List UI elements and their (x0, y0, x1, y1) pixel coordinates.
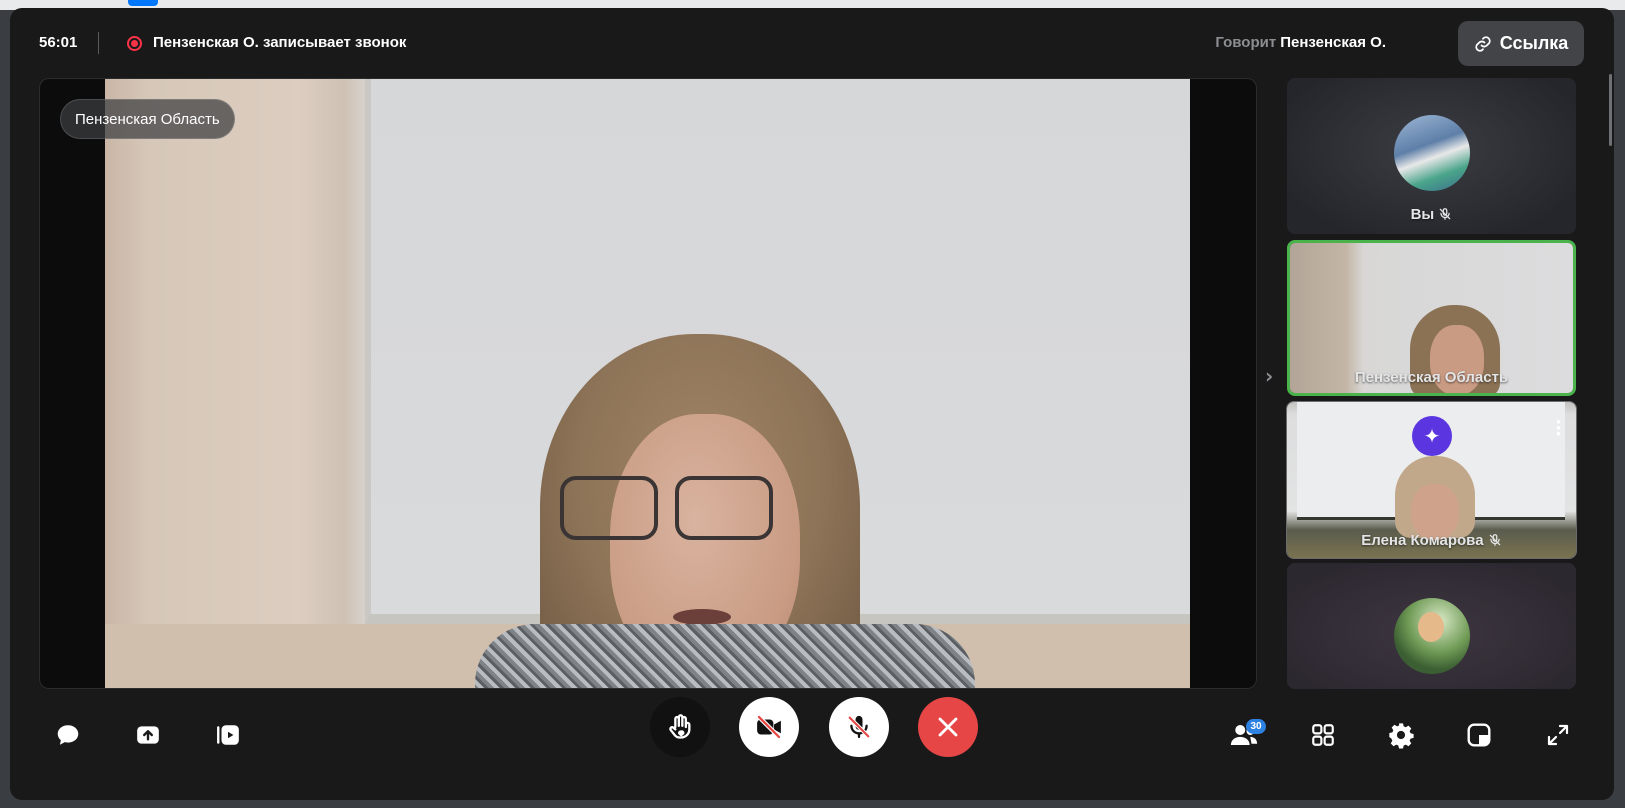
sparkle-icon[interactable]: ✦ (1412, 416, 1452, 456)
close-icon (938, 717, 958, 737)
main-video-name: Пензенская Область (60, 99, 235, 139)
pip-button[interactable] (1457, 713, 1501, 757)
call-window: 56:01 Пензенская О. записывает звонок Го… (10, 8, 1614, 800)
participant-name: Пензенская Область (1354, 369, 1509, 386)
camera-toggle-button[interactable] (739, 697, 799, 757)
upload-screen-icon (137, 726, 159, 744)
broadcast-button[interactable] (206, 713, 250, 757)
grid-icon (1312, 724, 1334, 746)
call-topbar: 56:01 Пензенская О. записывает звонок Го… (10, 8, 1614, 78)
video-frame (105, 79, 1190, 688)
avatar (1394, 115, 1470, 191)
settings-button[interactable] (1379, 713, 1423, 757)
copy-link-button[interactable]: Ссылка (1458, 21, 1584, 66)
mic-off-icon (1440, 208, 1451, 220)
video-play-icon (217, 725, 239, 745)
avatar (1394, 598, 1470, 674)
more-options-icon[interactable]: · · · (1555, 414, 1562, 444)
hand-icon (669, 714, 691, 739)
main-video[interactable]: Пензенская Область (39, 78, 1257, 689)
camera-off-icon (756, 714, 782, 740)
sidebar-scrollbar[interactable] (1609, 74, 1612, 146)
call-timer: 56:01 (39, 34, 78, 51)
call-controls: 30 (10, 689, 1614, 800)
participant-tile-speaking[interactable]: Пензенская Область (1287, 240, 1576, 396)
speaking-name: Пензенская О. (1280, 34, 1386, 51)
share-screen-button[interactable] (126, 713, 170, 757)
picture-in-picture-icon (1467, 723, 1491, 747)
grid-layout-button[interactable] (1301, 713, 1345, 757)
vk-logo-icon (128, 0, 158, 6)
recording-icon (127, 36, 142, 51)
link-icon (1475, 35, 1491, 52)
participants-count-badge: 30 (1246, 719, 1266, 734)
participant-name: Елена Комарова (1361, 532, 1484, 549)
gear-icon (1389, 723, 1414, 749)
chat-button[interactable] (46, 713, 90, 757)
speaking-label: Говорит (1215, 34, 1277, 51)
mic-off-icon (1489, 534, 1501, 546)
chat-icon (57, 725, 79, 745)
participants-button[interactable]: 30 (1222, 713, 1266, 757)
fullscreen-button[interactable] (1536, 713, 1580, 757)
divider (98, 32, 99, 54)
speaking-indicator: Говорит Пензенская О. (1215, 34, 1386, 51)
raise-hand-button[interactable] (650, 697, 710, 757)
collapse-sidebar-chevron-icon[interactable]: › (1265, 364, 1273, 388)
participant-name: Вы (1410, 206, 1435, 223)
participant-tile[interactable] (1287, 563, 1576, 689)
mic-off-icon (847, 715, 871, 739)
participant-tile[interactable]: ✦ · · · Елена Комарова (1286, 401, 1577, 559)
participant-tile-you[interactable]: Вы (1287, 78, 1576, 234)
recording-status: Пензенская О. записывает звонок (153, 34, 407, 51)
microphone-toggle-button[interactable] (829, 697, 889, 757)
end-call-button[interactable] (918, 697, 978, 757)
copy-link-label: Ссылка (1499, 33, 1569, 53)
expand-icon (1547, 724, 1569, 746)
